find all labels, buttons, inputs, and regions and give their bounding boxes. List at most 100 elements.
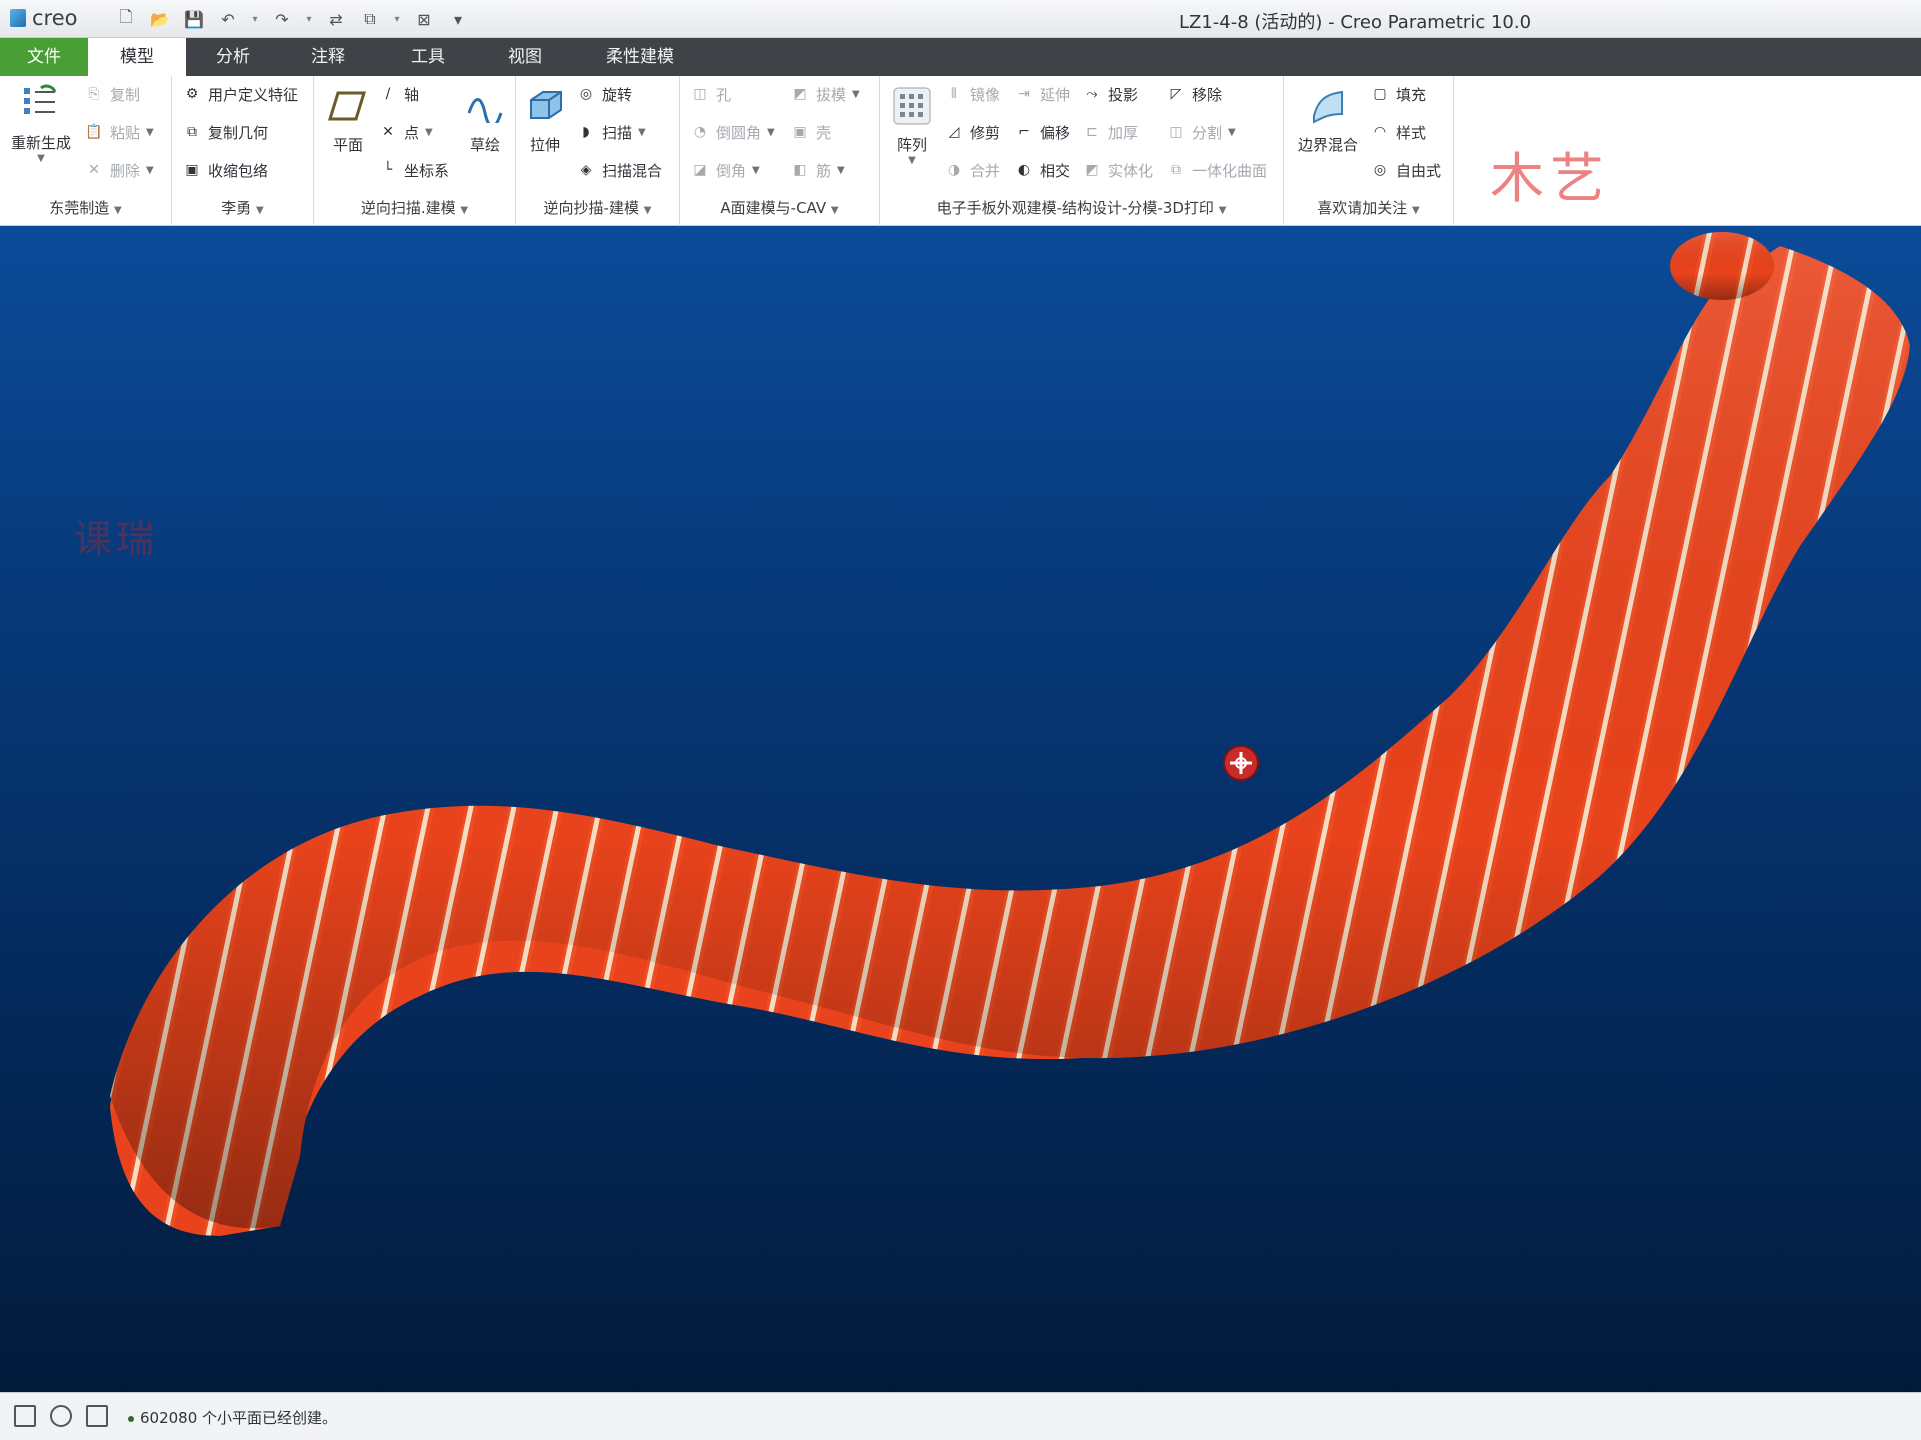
customize-toolbar-icon[interactable]: ▾: [444, 6, 472, 32]
redo-dropdown-icon[interactable]: ▾: [302, 6, 316, 32]
pattern-button[interactable]: 阵列 ▼: [888, 86, 936, 166]
group-label-engineering[interactable]: A面建模与-CAV ▼: [680, 197, 879, 218]
redo-icon[interactable]: ↷: [268, 6, 296, 32]
group-label-surfaces[interactable]: 喜欢请加关注 ▼: [1284, 197, 1453, 218]
delete-dropdown-icon[interactable]: ▼: [146, 165, 154, 176]
solidify-button[interactable]: ◩ 实体化: [1082, 158, 1153, 182]
save-icon[interactable]: 💾: [180, 6, 208, 32]
extrude-label: 拉伸: [529, 136, 560, 154]
point-dropdown-icon[interactable]: ▼: [425, 127, 433, 138]
undo-dropdown-icon[interactable]: ▾: [248, 6, 262, 32]
style-icon: ◠: [1373, 124, 1387, 140]
sketch-button[interactable]: 草绘: [460, 86, 510, 155]
new-file-icon[interactable]: 🗋: [112, 6, 140, 32]
rib-dropdown-icon[interactable]: ▼: [837, 165, 845, 176]
chamfer-icon: ◪: [693, 162, 707, 178]
shrinkwrap-button[interactable]: ▣ 收缩包络: [182, 158, 268, 182]
open-folder-icon[interactable]: 📂: [146, 6, 174, 32]
fill-button[interactable]: ▢ 填充: [1370, 82, 1426, 106]
undo-icon[interactable]: ↶: [214, 6, 242, 32]
group-label-get-data[interactable]: 李勇 ▼: [172, 197, 313, 218]
solidify-icon: ◩: [1085, 162, 1099, 178]
swept-blend-button[interactable]: ◈ 扫描混合: [576, 158, 662, 182]
paste-button[interactable]: 📋 粘贴 ▼: [84, 120, 154, 144]
browser-toggle-icon[interactable]: [50, 1405, 72, 1427]
udf-button[interactable]: ⚙ 用户定义特征: [182, 82, 298, 106]
sweep-icon: ◗: [582, 124, 590, 140]
full-screen-icon[interactable]: [86, 1405, 108, 1427]
project-button[interactable]: ⤳ 投影: [1082, 82, 1138, 106]
rib-button[interactable]: ◧ 筋 ▼: [790, 158, 845, 182]
style-button[interactable]: ◠ 样式: [1370, 120, 1426, 144]
tab-annotate[interactable]: 注释: [280, 38, 376, 76]
remove-button[interactable]: ◸ 移除: [1166, 82, 1222, 106]
split-label: 分割: [1192, 123, 1223, 142]
rib-label: 筋: [816, 161, 832, 180]
group-dropdown-icon: ▼: [256, 205, 264, 216]
tab-tools[interactable]: 工具: [376, 38, 480, 76]
group-label-datum[interactable]: 逆向扫描.建模 ▼: [314, 197, 515, 218]
group-label-shapes[interactable]: 逆向抄描-建模 ▼: [516, 197, 679, 218]
sweep-button[interactable]: ◗ 扫描 ▼: [576, 120, 646, 144]
extrude-button[interactable]: 拉伸: [520, 86, 570, 155]
regenerate-button[interactable]: 重新生成 ▼: [6, 84, 76, 164]
round-icon: ◔: [693, 124, 707, 140]
mirror-icon: ⫴: [951, 86, 957, 102]
graphics-viewport[interactable]: 课瑞: [0, 226, 1921, 1392]
regenerate-quick-icon[interactable]: ⇄: [322, 6, 350, 32]
draft-dropdown-icon[interactable]: ▼: [852, 89, 860, 100]
offset-button[interactable]: ⌐ 偏移: [1014, 120, 1070, 144]
watermark-text: 木艺: [1490, 147, 1610, 210]
boundary-blend-label: 边界混合: [1297, 136, 1358, 154]
hole-button[interactable]: ◫ 孔: [690, 82, 731, 106]
model-tree-toggle-icon[interactable]: [14, 1405, 36, 1427]
round-button[interactable]: ◔ 倒圆角 ▼: [690, 120, 775, 144]
chamfer-dropdown-icon[interactable]: ▼: [752, 165, 760, 176]
status-message: 602080 个小平面已经创建。: [128, 1407, 337, 1428]
shrinkwrap-label: 收缩包络: [208, 161, 269, 180]
tab-file[interactable]: 文件: [0, 38, 88, 76]
unify-button[interactable]: ⧉ 一体化曲面: [1166, 158, 1267, 182]
axis-button[interactable]: / 轴: [378, 82, 419, 106]
paste-dropdown-icon[interactable]: ▼: [146, 127, 154, 138]
split-button[interactable]: ◫ 分割 ▼: [1166, 120, 1236, 144]
freestyle-button[interactable]: ◎ 自由式: [1370, 158, 1441, 182]
close-window-icon[interactable]: ⊠: [410, 6, 438, 32]
group-label-text: 电子手板外观建模-结构设计-分模-3D打印: [936, 199, 1214, 217]
plane-button[interactable]: 平面: [320, 86, 376, 155]
copy-button[interactable]: ⎘ 复制: [84, 82, 140, 106]
thicken-button[interactable]: ⊏ 加厚: [1082, 120, 1138, 144]
tab-view[interactable]: 视图: [480, 38, 570, 76]
3d-model[interactable]: [0, 226, 1921, 1392]
extend-button[interactable]: ⇥ 延伸: [1014, 82, 1070, 106]
revolve-button[interactable]: ◎ 旋转: [576, 82, 632, 106]
thicken-label: 加厚: [1108, 123, 1139, 142]
mirror-button[interactable]: ⫴ 镜像: [944, 82, 1000, 106]
delete-button[interactable]: ✕ 删除 ▼: [84, 158, 154, 182]
round-dropdown-icon[interactable]: ▼: [767, 127, 775, 138]
csys-button[interactable]: └ 坐标系: [378, 158, 449, 182]
group-dropdown-icon: ▼: [114, 205, 122, 216]
merge-icon: ◑: [947, 162, 961, 178]
trim-button[interactable]: ◿ 修剪: [944, 120, 1000, 144]
shell-button[interactable]: ▣ 壳: [790, 120, 831, 144]
copy-label: 复制: [110, 85, 141, 104]
tab-analysis[interactable]: 分析: [186, 38, 280, 76]
chamfer-button[interactable]: ◪ 倒角 ▼: [690, 158, 760, 182]
group-label-editing[interactable]: 电子手板外观建模-结构设计-分模-3D打印 ▼: [880, 197, 1283, 218]
intersect-button[interactable]: ◐ 相交: [1014, 158, 1070, 182]
group-label-operations[interactable]: 东莞制造 ▼: [0, 197, 171, 218]
boundary-blend-button[interactable]: 边界混合: [1290, 86, 1366, 155]
windows-icon[interactable]: ⧉: [356, 6, 384, 32]
tab-flexible-modeling[interactable]: 柔性建模: [570, 38, 710, 76]
sweep-dropdown-icon[interactable]: ▼: [638, 127, 646, 138]
point-button[interactable]: ✕ 点 ▼: [378, 120, 433, 144]
merge-button[interactable]: ◑ 合并: [944, 158, 1000, 182]
draft-button[interactable]: ◩ 拔模 ▼: [790, 82, 860, 106]
tab-model[interactable]: 模型: [88, 38, 186, 76]
split-dropdown-icon[interactable]: ▼: [1228, 127, 1236, 138]
copy-geometry-button[interactable]: ⧉ 复制几何: [182, 120, 268, 144]
pattern-dropdown-icon[interactable]: ▼: [908, 155, 916, 166]
windows-dropdown-icon[interactable]: ▾: [390, 6, 404, 32]
regenerate-dropdown-icon[interactable]: ▼: [37, 153, 45, 164]
